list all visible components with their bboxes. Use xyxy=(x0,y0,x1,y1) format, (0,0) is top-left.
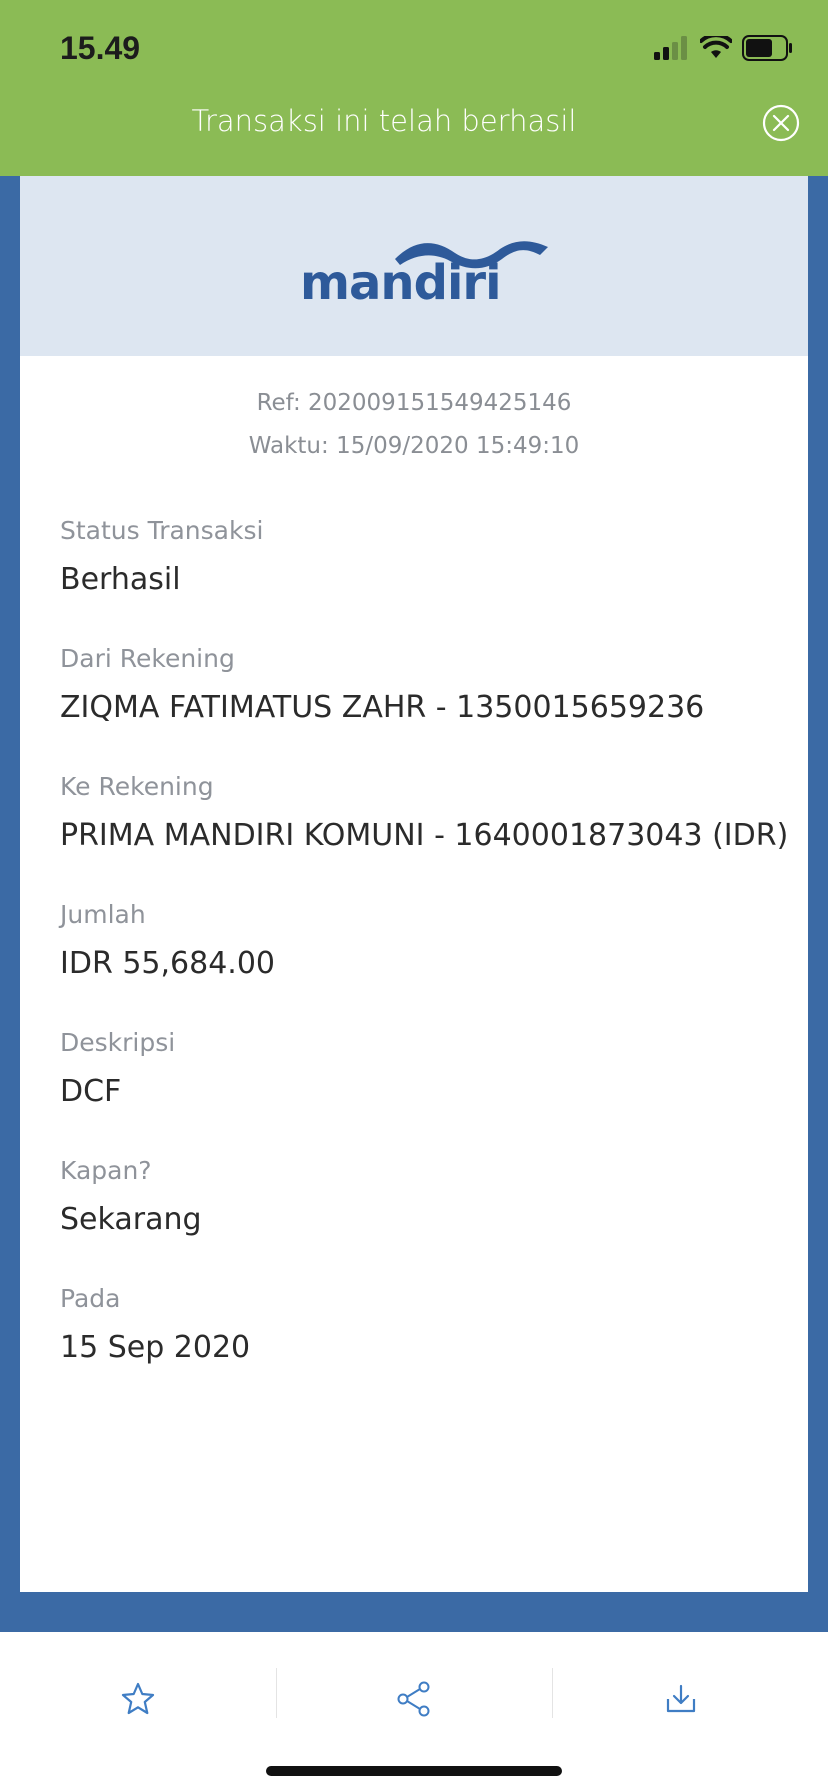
field-label-when: Kapan? xyxy=(60,1156,152,1185)
transaction-time: Waktu: 15/09/2020 15:49:10 xyxy=(248,433,580,459)
field-label-to-account: Ke Rekening xyxy=(60,772,214,801)
bottom-toolbar xyxy=(0,1632,828,1792)
toolbar-divider xyxy=(276,1668,277,1718)
field-value-date: 15 Sep 2020 xyxy=(60,1330,251,1365)
field-label-from-account: Dari Rekening xyxy=(60,644,235,673)
field-label-description: Deskripsi xyxy=(60,1028,176,1057)
status-icons xyxy=(654,33,794,65)
close-icon xyxy=(762,104,800,142)
download-button[interactable] xyxy=(656,1674,706,1724)
toolbar-divider xyxy=(552,1668,553,1718)
field-value-description: DCF xyxy=(60,1074,122,1109)
wifi-icon xyxy=(699,33,733,64)
reference-number: Ref: 202009151549425146 xyxy=(256,390,572,416)
close-button[interactable] xyxy=(762,104,800,142)
battery-icon xyxy=(742,35,794,65)
home-indicator[interactable] xyxy=(266,1766,562,1776)
field-label-date: Pada xyxy=(60,1284,121,1313)
field-value-to-account: PRIMA MANDIRI KOMUNI - 1640001873043 (ID… xyxy=(60,818,789,853)
share-icon xyxy=(397,1681,430,1717)
field-label-status: Status Transaksi xyxy=(60,516,264,545)
favorite-button[interactable] xyxy=(113,1674,163,1724)
field-value-from-account: ZIQMA FATIMATUS ZAHR - 1350015659236 xyxy=(60,690,705,725)
download-icon xyxy=(666,1684,696,1713)
card-header: mandiri xyxy=(20,176,808,356)
page-title: Transaksi ini telah berhasil xyxy=(191,104,577,138)
receipt-card: mandiri Ref: 202009151549425146 Waktu: 1… xyxy=(20,176,808,1592)
field-value-amount: IDR 55,684.00 xyxy=(60,946,276,981)
field-label-amount: Jumlah xyxy=(60,900,146,929)
share-button[interactable] xyxy=(389,1674,439,1724)
field-value-status: Berhasil xyxy=(60,562,181,597)
top-bar: 15.49 Transaksi ini telah berhasil xyxy=(0,0,828,176)
mandiri-logo: mandiri xyxy=(300,231,550,311)
logo-text: mandiri xyxy=(300,255,502,311)
status-time: 15.49 xyxy=(60,30,141,66)
star-icon xyxy=(121,1682,155,1715)
field-value-when: Sekarang xyxy=(60,1202,202,1237)
signal-icon xyxy=(654,36,690,64)
